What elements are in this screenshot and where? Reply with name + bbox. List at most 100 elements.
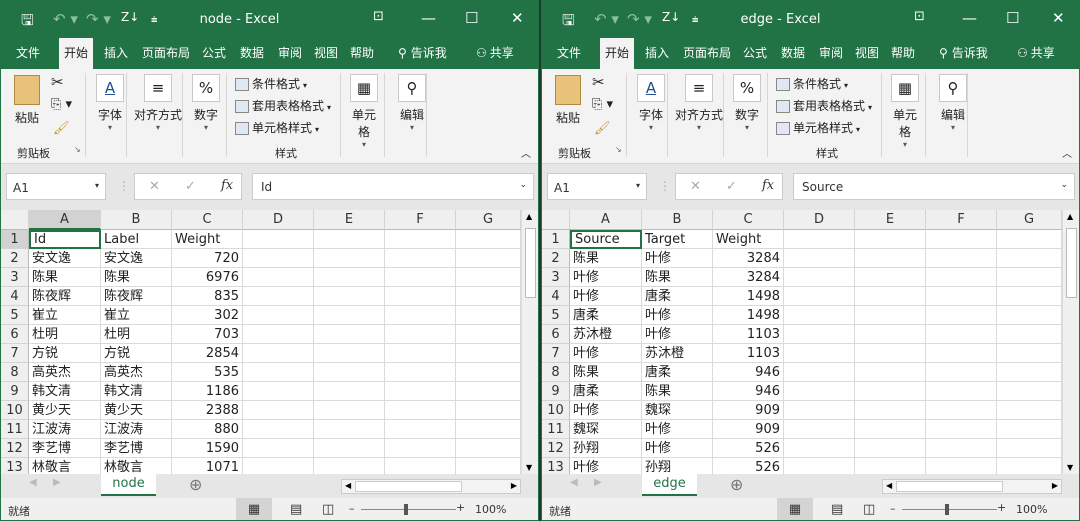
- select-all-corner[interactable]: [1, 210, 29, 230]
- cell[interactable]: [855, 230, 926, 249]
- cell[interactable]: [926, 230, 997, 249]
- cell[interactable]: [855, 268, 926, 287]
- row-header[interactable]: 4: [542, 287, 570, 306]
- row-header[interactable]: 11: [1, 420, 29, 439]
- enter-icon[interactable]: ✓: [185, 179, 196, 194]
- tab-8[interactable]: 帮助: [345, 38, 379, 69]
- editing-button[interactable]: ⚲ 编辑 ▾: [395, 74, 429, 132]
- table-format-button[interactable]: 套用表格格式 ▾: [235, 97, 331, 114]
- next-sheet-icon[interactable]: ▶: [53, 477, 61, 488]
- scroll-thumb[interactable]: [525, 228, 536, 298]
- cell[interactable]: 叶修: [642, 439, 713, 458]
- row-header[interactable]: 2: [1, 249, 29, 268]
- vertical-scrollbar[interactable]: ▲ ▼: [521, 210, 538, 474]
- cell[interactable]: [855, 420, 926, 439]
- cell[interactable]: [926, 420, 997, 439]
- cell[interactable]: 叶修: [570, 344, 642, 363]
- tab-3[interactable]: 页面布局: [678, 38, 736, 69]
- cell[interactable]: [385, 268, 456, 287]
- scroll-thumb[interactable]: [355, 481, 462, 492]
- row-header[interactable]: 5: [1, 306, 29, 325]
- cell[interactable]: 1186: [172, 382, 243, 401]
- add-sheet-icon[interactable]: ⊕: [730, 475, 743, 494]
- cell[interactable]: [314, 382, 385, 401]
- cell[interactable]: 1103: [713, 344, 784, 363]
- cell-style-button[interactable]: 单元格样式 ▾: [776, 119, 860, 136]
- cell[interactable]: 叶修: [642, 325, 713, 344]
- row-header[interactable]: 8: [1, 363, 29, 382]
- formula-input[interactable]: Id ⌄: [252, 173, 534, 200]
- cell[interactable]: 叶修: [642, 306, 713, 325]
- scroll-down-icon[interactable]: ▼: [526, 463, 532, 472]
- cell[interactable]: 陈果: [570, 363, 642, 382]
- cell[interactable]: 909: [713, 420, 784, 439]
- cell[interactable]: [385, 401, 456, 420]
- tab-7[interactable]: 视图: [309, 38, 343, 69]
- font-button[interactable]: A 字体 ▾: [634, 74, 668, 132]
- cell[interactable]: Label: [101, 230, 172, 249]
- tab-0[interactable]: 文件: [11, 38, 45, 69]
- alignment-button[interactable]: ≡ 对齐方式 ▾: [133, 74, 183, 132]
- cell[interactable]: 909: [713, 401, 784, 420]
- cell[interactable]: 陈果: [642, 382, 713, 401]
- number-button[interactable]: % 数字 ▾: [730, 74, 764, 132]
- cell[interactable]: [784, 249, 855, 268]
- table-format-button[interactable]: 套用表格格式 ▾: [776, 97, 872, 114]
- column-header-B[interactable]: B: [101, 210, 172, 230]
- cell[interactable]: [997, 344, 1062, 363]
- cell[interactable]: [926, 249, 997, 268]
- scroll-left-icon[interactable]: ◀: [345, 481, 351, 490]
- cell[interactable]: 2854: [172, 344, 243, 363]
- cell[interactable]: [997, 382, 1062, 401]
- tell-me-search[interactable]: ⚲ 告诉我: [934, 38, 993, 69]
- zoom-out-icon[interactable]: –: [349, 502, 355, 515]
- row-header[interactable]: 7: [542, 344, 570, 363]
- zoom-slider[interactable]: [902, 509, 997, 510]
- tab-8[interactable]: 帮助: [886, 38, 920, 69]
- alignment-button[interactable]: ≡ 对齐方式 ▾: [674, 74, 724, 132]
- scroll-right-icon[interactable]: ▶: [511, 481, 517, 490]
- row-header[interactable]: 11: [542, 420, 570, 439]
- dialog-launcher-icon[interactable]: ↘: [74, 145, 81, 154]
- cell[interactable]: [855, 401, 926, 420]
- cell[interactable]: 高英杰: [29, 363, 101, 382]
- cell[interactable]: [385, 230, 456, 249]
- editing-button[interactable]: ⚲ 编辑 ▾: [936, 74, 970, 132]
- paste-button[interactable]: 粘贴: [550, 75, 586, 126]
- cell[interactable]: 苏沐橙: [642, 344, 713, 363]
- cell[interactable]: [314, 268, 385, 287]
- cell[interactable]: [243, 306, 314, 325]
- formula-input[interactable]: Source ⌄: [793, 173, 1075, 200]
- scroll-thumb[interactable]: [1066, 228, 1077, 298]
- cell[interactable]: [314, 306, 385, 325]
- cell[interactable]: 陈夜辉: [29, 287, 101, 306]
- cut-icon[interactable]: ✂: [592, 73, 605, 91]
- zoom-in-icon[interactable]: +: [997, 501, 1006, 514]
- cell[interactable]: [243, 230, 314, 249]
- row-header[interactable]: 6: [542, 325, 570, 344]
- cell[interactable]: [243, 268, 314, 287]
- cell[interactable]: [385, 363, 456, 382]
- close-button[interactable]: ✕: [1052, 9, 1065, 27]
- zoom-slider[interactable]: [361, 509, 456, 510]
- column-header-F[interactable]: F: [926, 210, 997, 230]
- dialog-launcher-icon[interactable]: ↘: [615, 145, 622, 154]
- scroll-up-icon[interactable]: ▲: [1067, 212, 1073, 221]
- prev-sheet-icon[interactable]: ◀: [29, 477, 37, 488]
- cell[interactable]: [456, 287, 521, 306]
- cell[interactable]: [997, 439, 1062, 458]
- cell[interactable]: [926, 439, 997, 458]
- cell[interactable]: [456, 344, 521, 363]
- cell[interactable]: 唐柔: [642, 363, 713, 382]
- cell[interactable]: [784, 344, 855, 363]
- row-header[interactable]: 9: [1, 382, 29, 401]
- cell[interactable]: [926, 401, 997, 420]
- cell-style-button[interactable]: 单元格样式 ▾: [235, 119, 319, 136]
- cell[interactable]: [997, 306, 1062, 325]
- active-cell[interactable]: Source: [570, 230, 642, 249]
- cell[interactable]: 魏琛: [642, 401, 713, 420]
- page-break-view-icon[interactable]: ◫: [322, 502, 334, 517]
- cell[interactable]: [385, 287, 456, 306]
- row-header[interactable]: 12: [542, 439, 570, 458]
- row-header[interactable]: 1: [1, 230, 29, 249]
